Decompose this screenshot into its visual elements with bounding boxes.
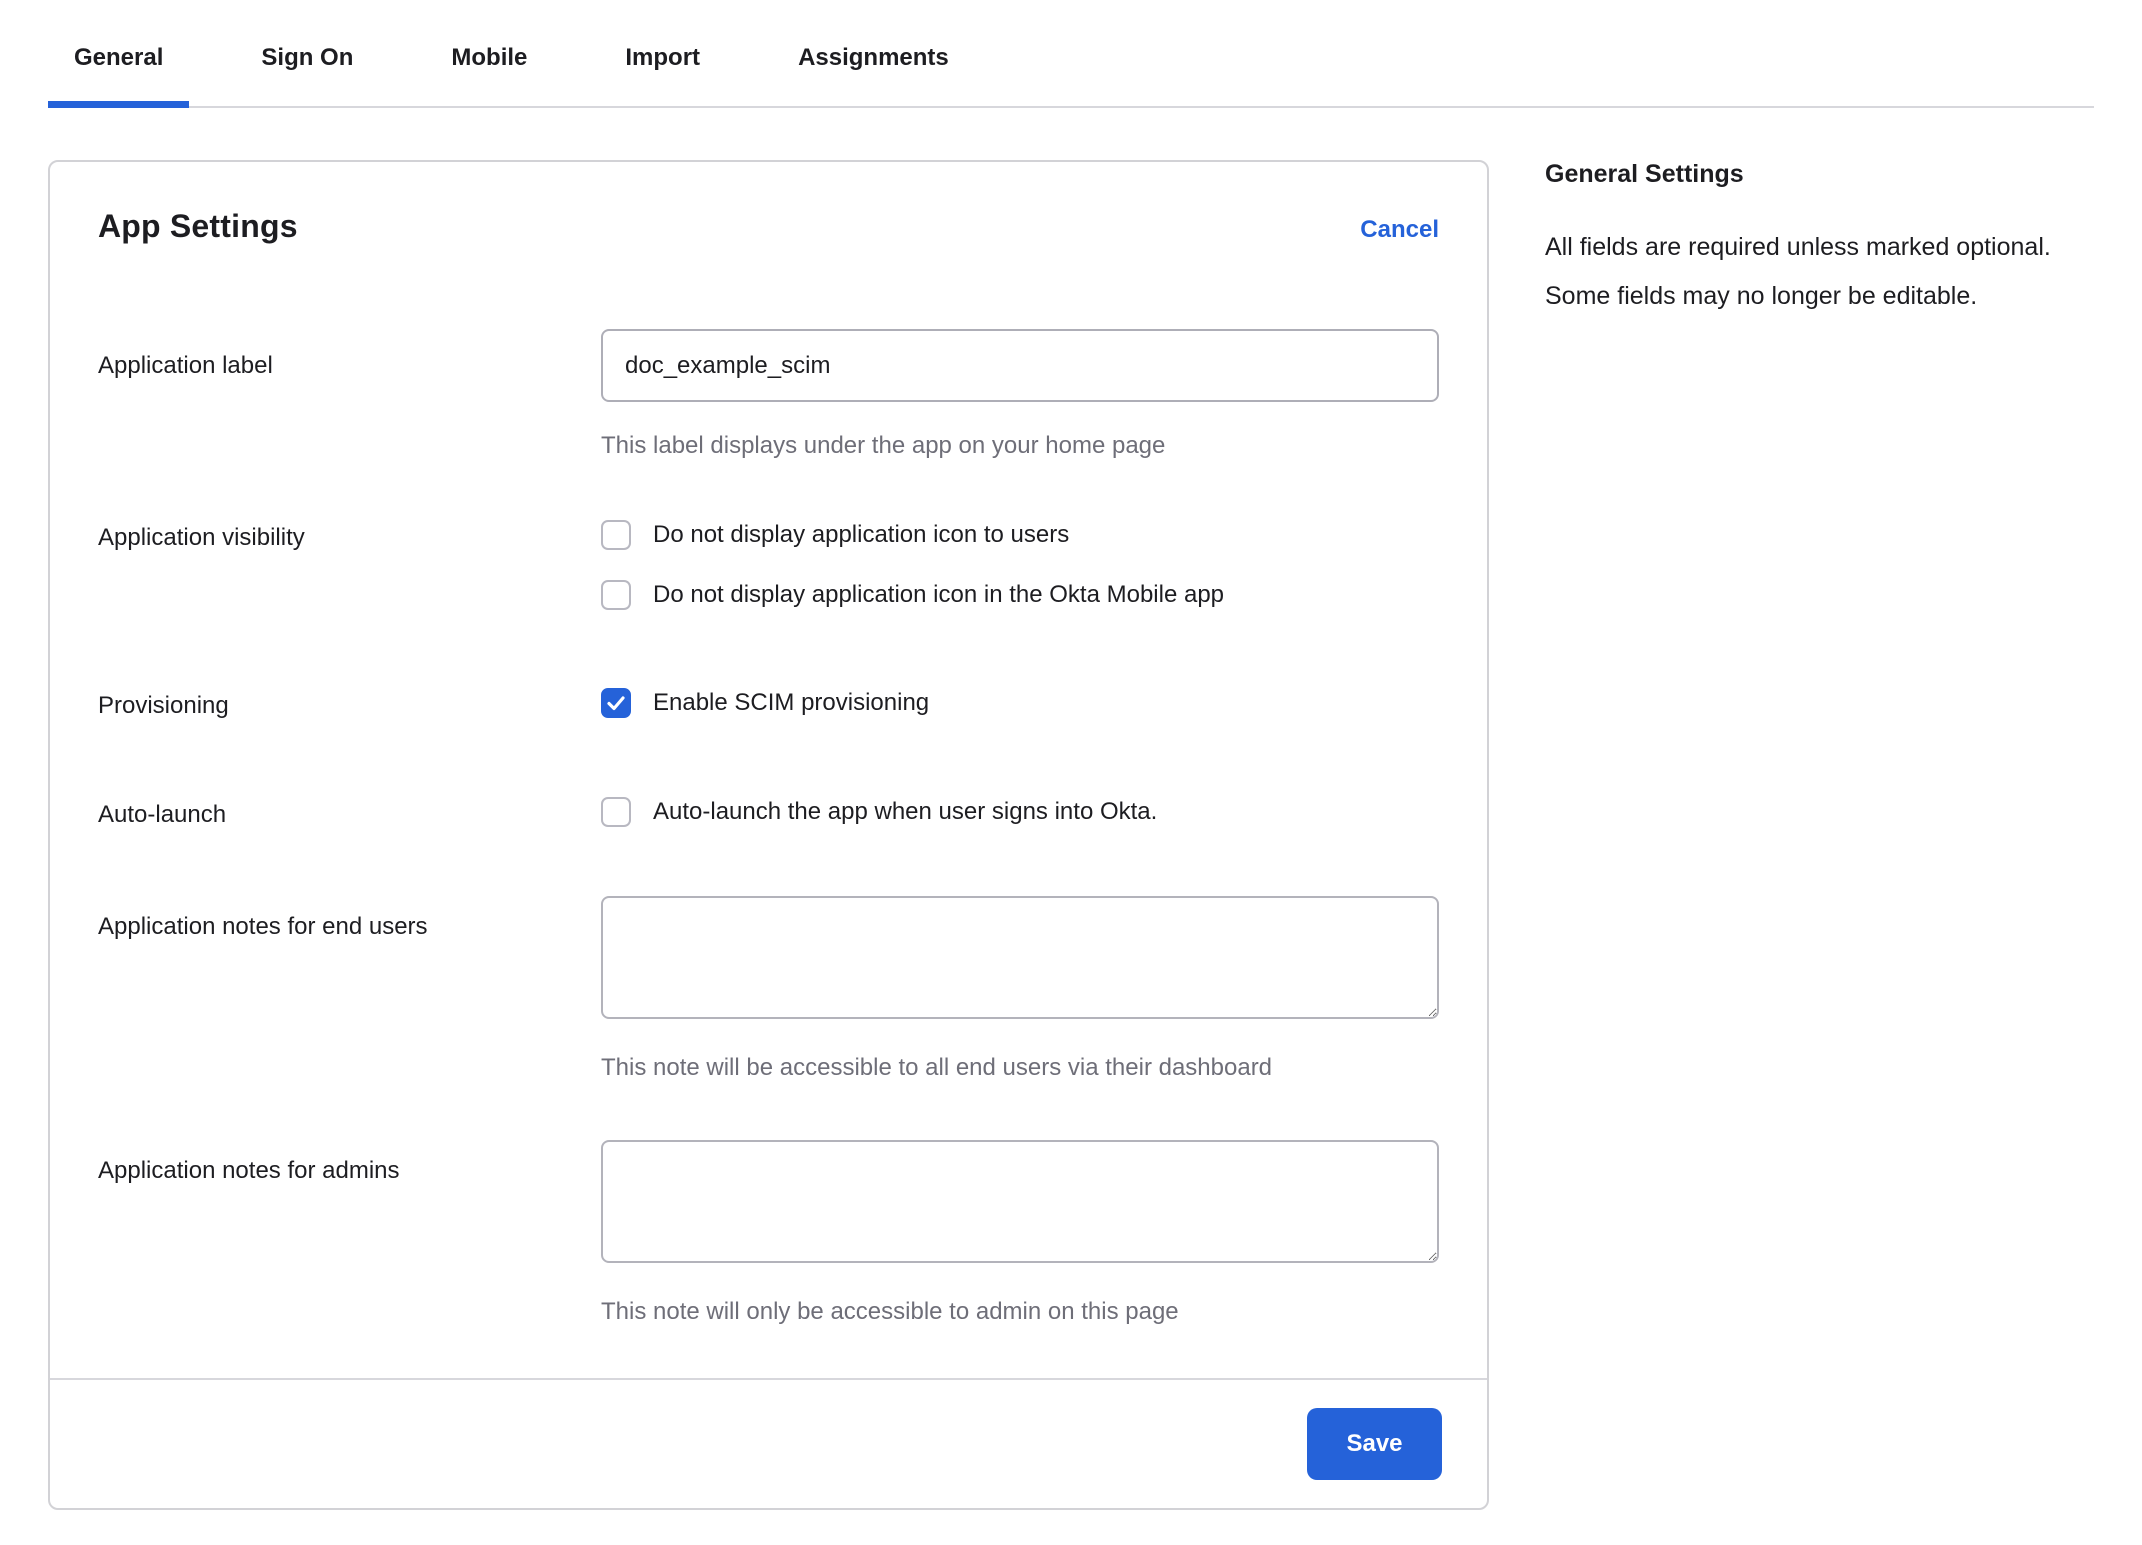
cancel-link[interactable]: Cancel (1360, 216, 1439, 244)
help-panel-body: All fields are required unless marked op… (1545, 223, 2105, 321)
notes-admins-label: Application notes for admins (98, 1140, 601, 1186)
notes-admins-row: Application notes for admins This note w… (98, 1140, 1439, 1326)
card-footer: Save (50, 1378, 1487, 1508)
app-settings-card: App Settings Cancel Application label Th… (48, 160, 1489, 1510)
auto-launch-label: Auto-launch (98, 797, 601, 830)
application-label-helper: This label displays under the app on you… (601, 432, 1439, 460)
save-button[interactable]: Save (1307, 1408, 1442, 1480)
tab-mobile[interactable]: Mobile (425, 30, 553, 106)
hide-icon-mobile-checkbox[interactable] (601, 580, 631, 610)
hide-icon-users-label[interactable]: Do not display application icon to users (653, 521, 1069, 549)
help-panel-title: General Settings (1545, 160, 2105, 189)
card-title: App Settings (98, 208, 298, 245)
auto-launch-row: Auto-launch Auto-launch the app when use… (98, 797, 1439, 830)
auto-launch-option-label[interactable]: Auto-launch the app when user signs into… (653, 798, 1157, 826)
tab-general[interactable]: General (48, 30, 189, 106)
application-visibility-label: Application visibility (98, 520, 601, 553)
notes-admins-textarea[interactable] (601, 1140, 1439, 1263)
help-panel: General Settings All fields are required… (1545, 160, 2105, 321)
hide-icon-mobile-label[interactable]: Do not display application icon in the O… (653, 581, 1224, 609)
auto-launch-checkbox[interactable] (601, 797, 631, 827)
application-label-label: Application label (98, 329, 601, 381)
tab-import[interactable]: Import (599, 30, 726, 106)
visibility-option-users: Do not display application icon to users (601, 520, 1439, 550)
notes-end-users-textarea[interactable] (601, 896, 1439, 1019)
visibility-option-mobile: Do not display application icon in the O… (601, 580, 1439, 610)
enable-scim-checkbox[interactable] (601, 688, 631, 718)
provisioning-row: Provisioning Enable SCIM provisioning (98, 688, 1439, 721)
notes-end-users-label: Application notes for end users (98, 896, 601, 942)
application-label-input[interactable] (601, 329, 1439, 402)
notes-admins-helper: This note will only be accessible to adm… (601, 1298, 1439, 1326)
provisioning-option: Enable SCIM provisioning (601, 688, 1439, 718)
application-visibility-row: Application visibility Do not display ap… (98, 520, 1439, 610)
app-tabbar: General Sign On Mobile Import Assignment… (48, 30, 2094, 108)
tab-assignments[interactable]: Assignments (772, 30, 975, 106)
application-label-row: Application label This label displays un… (98, 329, 1439, 460)
provisioning-label: Provisioning (98, 688, 601, 721)
notes-end-users-row: Application notes for end users This not… (98, 896, 1439, 1082)
checkmark-icon (606, 693, 626, 713)
auto-launch-option: Auto-launch the app when user signs into… (601, 797, 1439, 827)
tab-sign-on[interactable]: Sign On (235, 30, 379, 106)
notes-end-users-helper: This note will be accessible to all end … (601, 1054, 1439, 1082)
enable-scim-label[interactable]: Enable SCIM provisioning (653, 689, 929, 717)
hide-icon-users-checkbox[interactable] (601, 520, 631, 550)
